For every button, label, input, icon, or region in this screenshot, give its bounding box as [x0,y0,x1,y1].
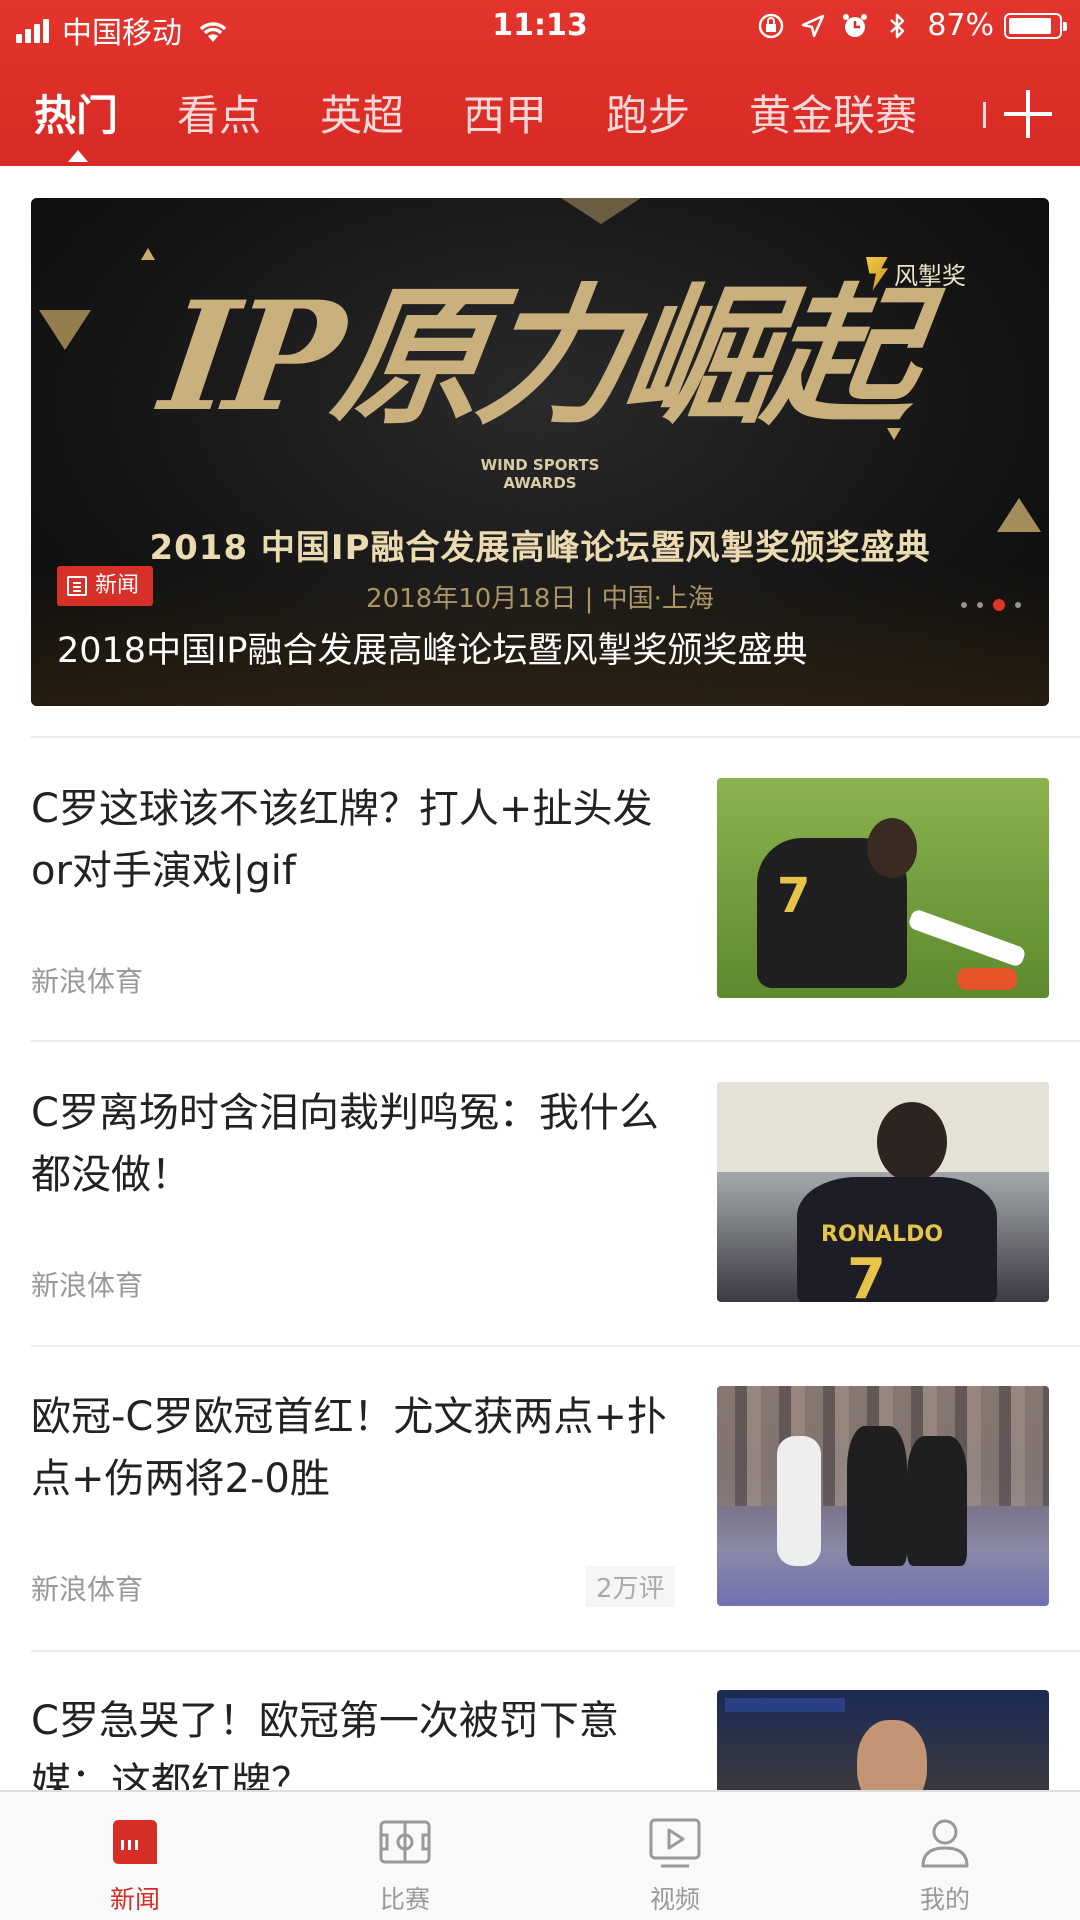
player-head [867,818,917,878]
news-thumbnail: RONALDO 7 [717,1082,1049,1302]
news-title: C罗这球该不该红牌？打人+扯头发or对手演戏|gif [31,786,653,894]
player-head [877,1102,947,1182]
bottom-tab-bar: 新闻 比赛 视频 我的 [0,1790,1080,1920]
jersey-number: 7 [777,868,811,924]
tab-label: 新闻 [109,1885,160,1914]
news-title: C罗离场时含泪向裁判鸣冤：我什么都没做！ [31,1090,659,1198]
news-item[interactable]: 欧冠-C罗欧冠首红！尤文获两点+扑点+伤两将2-0胜 新浪体育 2万评 [0,1386,1080,1686]
tab-la-liga[interactable]: 西甲 [463,80,547,152]
tab-matches[interactable]: 比赛 [270,1792,540,1920]
tab-fade-divider [983,102,986,128]
news-thumbnail: 7 [717,778,1049,998]
tab-video[interactable]: 视频 [540,1792,810,1920]
news-source: 新浪体育 [31,965,144,998]
tab-highlights[interactable]: 看点 [177,80,261,152]
active-tab-indicator [68,150,88,162]
player-boot [957,968,1017,990]
carousel-dot [1015,602,1021,608]
list-divider [31,1345,1080,1347]
news-source: 新浪体育 [31,1269,144,1302]
user-profile-icon [921,1819,969,1868]
tab-label: 视频 [649,1885,700,1914]
tab-label: 比赛 [379,1885,430,1914]
battery-icon [1004,12,1067,39]
tab-running[interactable]: 跑步 [606,80,690,152]
list-divider [31,1650,1080,1652]
player-figure [847,1426,907,1566]
news-badge: 新闻 [57,566,154,606]
location-arrow-icon [802,14,825,37]
tab-me[interactable]: 我的 [810,1792,1080,1920]
news-title: 欧冠-C罗欧冠首红！尤文获两点+扑点+伤两将2-0胜 [31,1394,667,1502]
player-figure [907,1436,967,1566]
tab-premier-league[interactable]: 英超 [320,80,404,152]
brand-logo: 风掣奖 [866,256,966,291]
news-thumbnail [717,1386,1049,1606]
news-item[interactable]: C罗离场时含泪向裁判鸣冤：我什么都没做！ 新浪体育 RONALDO 7 [0,1082,1080,1382]
decor-triangle [561,198,641,224]
comment-count: 2万评 [586,1566,675,1607]
banner-caption: 2018中国IP融合发展高峰论坛暨风掣奖颁奖盛典 [57,631,808,671]
carousel-dot [977,602,983,608]
alarm-clock-icon [843,13,868,37]
carousel-pagination [951,599,1021,611]
news-title: C罗急哭了！欧冠第一次被罚下意媒：这都红牌？ [31,1698,619,1790]
play-video-icon [649,1818,701,1868]
list-divider [31,736,1080,738]
tab-label: 我的 [919,1885,970,1914]
banner-event-date-location: 2018年10月18日 | 中国·上海 [366,584,714,614]
article-icon [67,576,87,596]
jersey-number: 7 [847,1247,886,1302]
carousel-dot-active [993,599,1005,611]
carousel-dot [961,602,967,608]
tab-hot[interactable]: 热门 [34,80,118,152]
football-pitch-icon [379,1820,431,1864]
tab-news[interactable]: 新闻 [0,1792,270,1920]
bluetooth-icon [890,13,905,38]
category-tabs: 热门 看点 英超 西甲 跑步 黄金联赛 [0,80,1080,166]
player-white-kit [777,1436,821,1566]
add-channel-icon[interactable] [1004,90,1052,138]
player-sock [907,908,1027,968]
news-source: 新浪体育 [31,1573,144,1606]
lightning-logo-icon [866,256,888,291]
status-bar: 中国移动 11:13 87% [0,0,1080,54]
tab-golden-league[interactable]: 黄金联赛 [749,80,917,152]
score-overlay [725,1698,845,1712]
wind-sports-awards-text: WIND SPORTS AWARDS [480,456,600,492]
newspaper-icon [113,1820,157,1864]
news-item[interactable]: C罗这球该不该红牌？打人+扯头发or对手演戏|gif 新浪体育 7 [0,778,1080,1078]
banner-event-title: 2018 中国IP融合发展高峰论坛暨风掣奖颁奖盛典 [149,528,931,568]
featured-banner[interactable]: IP原力崛起 WIND SPORTS AWARDS 风掣奖 2018 中国IP融… [31,198,1049,706]
battery-percentage: 87% [927,8,994,43]
list-divider [31,1040,1080,1042]
jersey-name: RONALDO [821,1222,944,1247]
orientation-lock-icon [759,13,784,38]
app-header: 中国移动 11:13 87% 热门 看点 英超 西甲 跑步 黄金联赛 [0,0,1080,166]
